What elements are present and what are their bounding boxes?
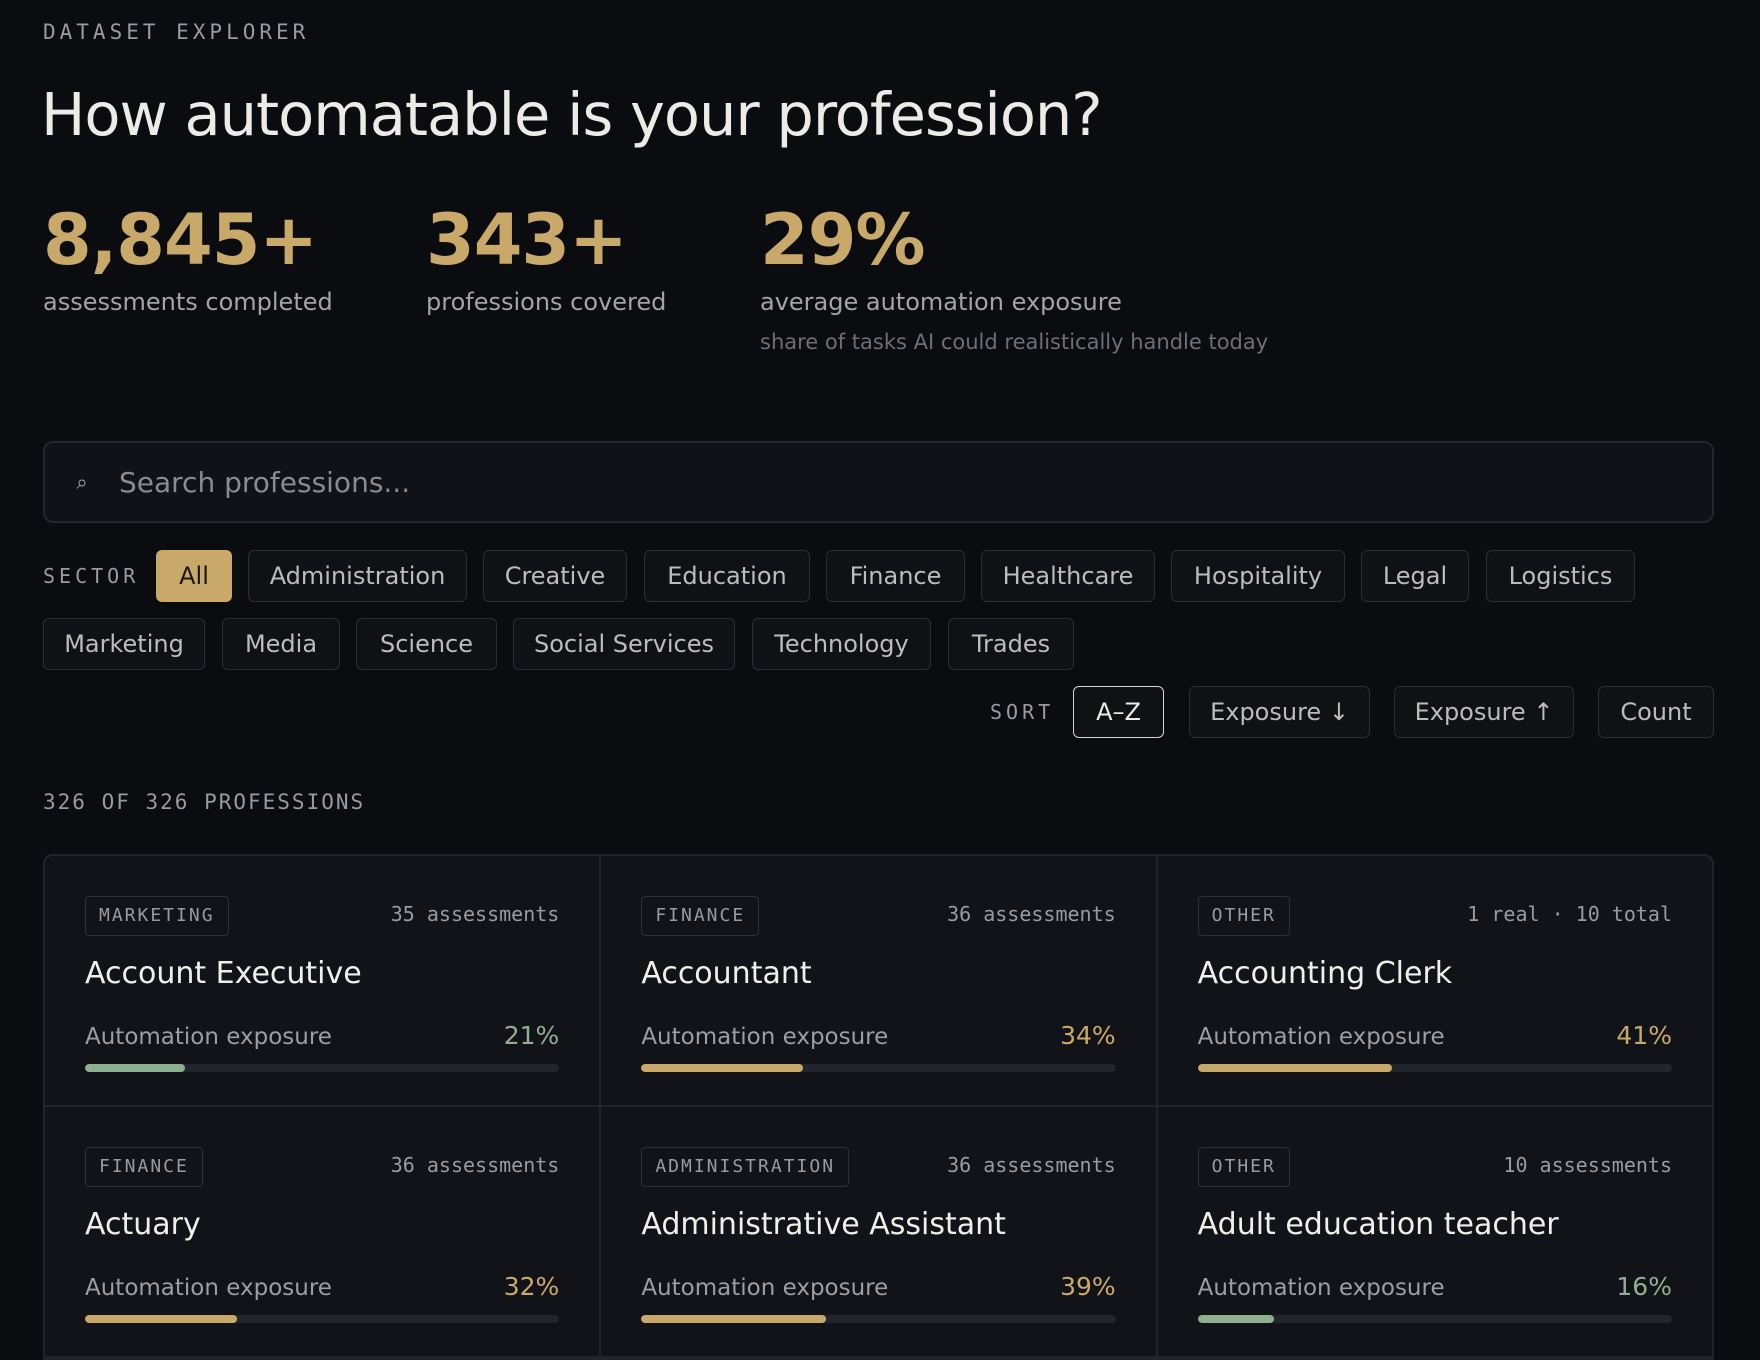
- exposure-label: Automation exposure: [641, 1024, 889, 1050]
- sector-chip-healthcare[interactable]: Healthcare: [981, 550, 1155, 602]
- stat-assessments: 8,845+ assessments completed: [43, 200, 333, 316]
- profession-name: Actuary: [85, 1207, 201, 1242]
- exposure-bar: [85, 1064, 560, 1072]
- assessment-count: 1 real · 10 total: [1467, 902, 1672, 926]
- stat-label: assessments completed: [43, 288, 333, 316]
- exposure-row: Automation exposure 41%: [1198, 1021, 1672, 1050]
- stat-label: professions covered: [426, 288, 667, 316]
- exposure-label: Automation exposure: [85, 1275, 332, 1301]
- sector-chip-all[interactable]: All: [156, 550, 232, 602]
- sector-tag: OTHER: [1197, 1147, 1290, 1187]
- exposure-label: Automation exposure: [1197, 1024, 1445, 1050]
- stat-value: 29%: [760, 199, 926, 281]
- exposure-value: 34%: [1060, 1021, 1116, 1050]
- sector-tag: FINANCE: [641, 896, 760, 936]
- search-box[interactable]: ⌕: [43, 441, 1714, 523]
- sector-chip-technology[interactable]: Technology: [752, 618, 931, 670]
- profession-card[interactable]: FINANCE 36 assessments Actuary Automation e…: [45, 1107, 600, 1356]
- sector-chip-finance[interactable]: Finance: [826, 550, 965, 602]
- profession-card[interactable]: ADMINISTRATION 36 assessments Administrati…: [601, 1107, 1156, 1356]
- sort-label: SORT: [990, 700, 1055, 724]
- sector-tag: MARKETING: [85, 896, 229, 936]
- sector-chip-science[interactable]: Science: [356, 618, 497, 670]
- exposure-row: Automation exposure 39%: [641, 1272, 1115, 1301]
- sector-chip-education[interactable]: Education: [644, 550, 810, 602]
- assessment-count: 36 assessments: [947, 1153, 1116, 1177]
- search-icon: ⌕: [76, 470, 88, 494]
- exposure-value: 16%: [1616, 1272, 1672, 1301]
- profession-card[interactable]: MARKETING 35 assessments Account Executive…: [45, 856, 600, 1105]
- dataset-explorer-page: DATASET EXPLORER How automatable is your…: [0, 0, 1760, 1360]
- stat-label: average automation exposure: [760, 288, 1122, 316]
- exposure-row: Automation exposure 21%: [85, 1021, 559, 1050]
- sort-a-z-button[interactable]: A–Z: [1073, 686, 1164, 738]
- profession-name: Account Executive: [85, 956, 362, 991]
- assessment-count: 36 assessments: [947, 902, 1116, 926]
- exposure-value: 41%: [1616, 1021, 1672, 1050]
- profession-grid: MARKETING 35 assessments Account Executive…: [43, 854, 1714, 1360]
- profession-card[interactable]: FINANCE 36 assessments Accountant Automatio…: [601, 856, 1156, 1105]
- exposure-bar-fill: [1197, 1315, 1274, 1323]
- stat-value: 343+: [426, 199, 628, 281]
- exposure-value: 21%: [503, 1021, 560, 1050]
- exposure-bar-fill: [641, 1064, 803, 1072]
- sector-chip-logistics[interactable]: Logistics: [1486, 550, 1635, 602]
- exposure-bar: [1197, 1064, 1672, 1072]
- sector-chip-hospitality[interactable]: Hospitality: [1171, 550, 1345, 602]
- sector-chip-social-services[interactable]: Social Services: [513, 618, 735, 670]
- page-title: How automatable is your profession?: [41, 80, 1103, 149]
- sector-chip-marketing[interactable]: Marketing: [43, 618, 205, 670]
- profession-name: Administrative Assistant: [641, 1207, 1006, 1242]
- stat-value: 8,845+: [43, 199, 318, 281]
- exposure-bar-fill: [641, 1315, 827, 1323]
- profession-name: Adult education teacher: [1197, 1207, 1559, 1242]
- sector-tag: ADMINISTRATION: [641, 1147, 850, 1187]
- sector-chip-legal[interactable]: Legal: [1361, 550, 1469, 602]
- exposure-label: Automation exposure: [1197, 1275, 1445, 1301]
- exposure-bar: [641, 1064, 1116, 1072]
- sort-exposure-desc-button[interactable]: Exposure ↓: [1189, 686, 1370, 738]
- exposure-value: 32%: [503, 1272, 560, 1301]
- profession-card[interactable]: OTHER 1 real · 10 total Accounting Clerk Au…: [1157, 856, 1712, 1105]
- sort-exposure-asc-button[interactable]: Exposure ↑: [1394, 686, 1574, 738]
- sector-tag: FINANCE: [85, 1147, 203, 1187]
- exposure-row: Automation exposure 32%: [85, 1272, 559, 1301]
- stat-average-exposure: 29% average automation exposure share of…: [760, 200, 1268, 354]
- sector-chip-trades[interactable]: Trades: [948, 618, 1074, 670]
- sector-chip-creative[interactable]: Creative: [483, 550, 627, 602]
- profession-name: Accounting Clerk: [1197, 956, 1453, 991]
- exposure-bar: [85, 1315, 560, 1323]
- exposure-row: Automation exposure 34%: [641, 1021, 1115, 1050]
- exposure-row: Automation exposure 16%: [1198, 1272, 1672, 1301]
- exposure-bar-fill: [1197, 1064, 1393, 1072]
- exposure-bar: [1197, 1315, 1672, 1323]
- results-count: 326 OF 326 PROFESSIONS: [43, 790, 366, 814]
- stat-sublabel: share of tasks AI could realistically ha…: [760, 330, 1269, 354]
- sector-chip-administration[interactable]: Administration: [248, 550, 467, 602]
- sector-tag: OTHER: [1197, 896, 1290, 936]
- exposure-label: Automation exposure: [641, 1275, 889, 1301]
- exposure-value: 39%: [1060, 1272, 1116, 1301]
- assessment-count: 35 assessments: [390, 902, 560, 926]
- sort-count-button[interactable]: Count: [1598, 686, 1714, 738]
- assessment-count: 10 assessments: [1503, 1153, 1672, 1177]
- sector-chip-media[interactable]: Media: [222, 618, 340, 670]
- sector-label: SECTOR: [43, 564, 140, 588]
- exposure-bar-fill: [85, 1064, 185, 1072]
- search-input[interactable]: [119, 465, 1712, 499]
- assessment-count: 36 assessments: [390, 1153, 560, 1177]
- exposure-bar: [641, 1315, 1116, 1323]
- profession-name: Accountant: [641, 956, 812, 991]
- exposure-label: Automation exposure: [85, 1024, 332, 1050]
- exposure-bar-fill: [85, 1315, 237, 1323]
- stat-professions: 343+ professions covered: [426, 200, 666, 316]
- eyebrow: DATASET EXPLORER: [43, 20, 310, 44]
- profession-card[interactable]: OTHER 10 assessments Adult education teach…: [1157, 1107, 1712, 1356]
